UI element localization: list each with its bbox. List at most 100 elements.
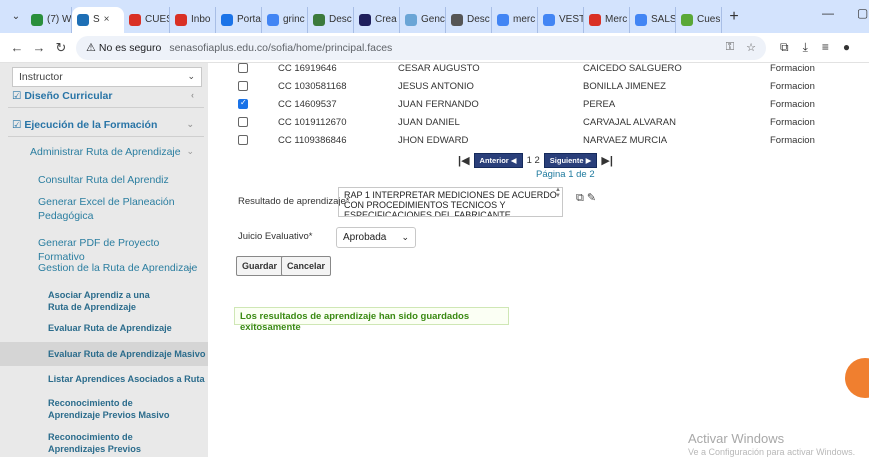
sidebar-item-administrar[interactable]: Administrar Ruta de Aprendizaje ⌄ [0, 146, 208, 158]
role-select[interactable]: Instructor ⌄ [12, 67, 202, 87]
download-icon[interactable]: ⤓ [803, 40, 808, 55]
save-button[interactable]: Guardar [236, 256, 284, 276]
restore-icon[interactable]: ▢ [857, 6, 868, 20]
back-icon[interactable]: ← [6, 40, 28, 55]
juicio-select[interactable]: Aprobada ⌄ [336, 227, 416, 248]
browser-tab[interactable]: VEST [538, 6, 584, 33]
tab-favicon-icon [405, 13, 417, 26]
address-bar[interactable]: ⚠ No es seguro senasofiaplus.edu.co/sofi… [76, 35, 766, 60]
browser-tab[interactable]: Merc [584, 6, 630, 33]
cell-apellidos: BONILLA JIMENEZ [583, 81, 666, 92]
row-checkbox[interactable] [238, 63, 248, 73]
sidebar-item-label: Ejecución de la Formación [24, 119, 158, 131]
cancel-button[interactable]: Cancelar [281, 256, 332, 276]
browser-tab[interactable]: Inbo [170, 6, 216, 33]
cell-apellidos: NARVAEZ MURCIA [583, 135, 668, 146]
sidebar-item-excel[interactable]: Generar Excel de Planeación Pedagógica [0, 195, 180, 223]
sidebar-item-evaluar[interactable]: Evaluar Ruta de Aprendizaje [0, 322, 208, 334]
previous-page-button[interactable]: Anterior ◀ [473, 153, 523, 168]
scroll-arrows-icon[interactable]: ▲ ▼ [555, 187, 561, 199]
cell-nombres: JHON EDWARD [398, 135, 469, 146]
warning-icon: ⚠ [86, 42, 96, 54]
tab-search-icon[interactable]: ⌄ [6, 7, 26, 27]
browser-tab[interactable]: Porta [216, 6, 262, 33]
url-text: senasofiaplus.edu.co/sofia/home/principa… [169, 41, 393, 54]
browser-tab[interactable]: CUES [124, 6, 170, 33]
cell-doc: CC 16919646 [278, 63, 337, 74]
close-tab-icon[interactable]: × [104, 14, 110, 25]
eraser-icon[interactable]: ✎ [587, 192, 596, 204]
sidebar-item-label: Generar PDF de Proyecto Formativo [38, 237, 160, 263]
password-key-icon[interactable]: ⚿ [726, 41, 734, 54]
browser-tab[interactable]: Cues [676, 6, 722, 33]
tab-favicon-icon [681, 13, 693, 26]
media-icon[interactable]: ≡ [822, 40, 829, 55]
sidebar-item-pdf[interactable]: Generar PDF de Proyecto Formativo [0, 236, 208, 264]
divider [8, 107, 204, 108]
browser-tab[interactable]: SALS [630, 6, 676, 33]
chevron-left-icon: ‹ [191, 90, 194, 100]
sidebar-item-reconocimiento[interactable]: Reconocimiento de Aprendizajes Previos [0, 431, 170, 455]
browser-tab[interactable]: Desc [446, 6, 492, 33]
open-window-icon[interactable]: ⧉ [576, 192, 584, 204]
navigation-bar: ← → ↻ ⚠ No es seguro senasofiaplus.edu.c… [0, 33, 869, 63]
tab-label: VEST [559, 14, 584, 25]
sidebar-item-listar[interactable]: Listar Aprendices Asociados a Ruta [0, 373, 208, 385]
new-tab-button[interactable]: + [722, 8, 746, 26]
browser-tab[interactable]: Desc [308, 6, 354, 33]
cell-doc: CC 1109386846 [278, 135, 347, 146]
cell-apellidos: PEREA [583, 99, 616, 110]
sidebar-item-label: Listar Aprendices Asociados a Ruta [48, 374, 205, 384]
next-page-button[interactable]: Siguiente ▶ [543, 153, 598, 168]
extensions-icon[interactable]: ⧉ [780, 40, 789, 55]
page-numbers[interactable]: 1 2 [527, 155, 540, 166]
browser-tab[interactable]: merc [492, 6, 538, 33]
tab-label: CUES [145, 14, 169, 25]
chevron-down-icon: ⌄ [186, 262, 194, 272]
sidebar-item-label: Reconocimiento de Aprendizaje Previos Ma… [48, 398, 170, 420]
browser-tab[interactable]: Genc [400, 6, 446, 33]
forward-icon[interactable]: → [28, 40, 50, 55]
security-indicator[interactable]: ⚠ No es seguro [86, 41, 161, 55]
tab-favicon-icon [359, 13, 371, 26]
last-page-button[interactable]: ▶| [601, 154, 613, 167]
browser-tab[interactable]: grinc [262, 6, 308, 33]
sidebar-item-consultar[interactable]: Consultar Ruta del Aprendiz [0, 173, 208, 187]
tab-label: merc [513, 14, 536, 25]
cell-nombres: JESUS ANTONIO [398, 81, 474, 92]
table-row: CC 14609537 JUAN FERNANDO PEREA Formacion [208, 96, 869, 114]
sidebar-item-asociar[interactable]: Asociar Aprendiz a una Ruta de Aprendiza… [0, 289, 170, 313]
row-checkbox[interactable] [238, 81, 248, 91]
sidebar-item-gestion[interactable]: Gestion de la Ruta de Aprendizaje ⌄ [0, 262, 208, 274]
sidebar-item-label: Evaluar Ruta de Aprendizaje [48, 323, 172, 333]
row-checkbox[interactable] [238, 98, 248, 109]
tab-favicon-icon [313, 13, 325, 26]
sidebar-item-diseno[interactable]: ☑ Diseño Curricular ‹ [0, 90, 208, 102]
browser-tab[interactable]: (7) W [26, 6, 72, 33]
profile-icon[interactable]: ● [843, 40, 850, 55]
sidebar-item-evaluar-masivo[interactable]: Evaluar Ruta de Aprendizaje Masivo [0, 342, 208, 366]
cell-estado: Formacion [770, 81, 815, 92]
minimize-icon[interactable]: — [822, 6, 834, 20]
cell-doc: CC 14609537 [278, 99, 337, 110]
tab-favicon-icon [129, 13, 141, 26]
table-row: CC 16919646 CESAR AUGUSTO CAICEDO SALGUERO… [208, 60, 869, 78]
tab-favicon-icon [497, 13, 509, 26]
first-page-button[interactable]: |◀ [458, 154, 470, 167]
reload-icon[interactable]: ↻ [50, 40, 72, 56]
sidebar-item-reconocimiento-masivo[interactable]: Reconocimiento de Aprendizaje Previos Ma… [0, 397, 170, 421]
bookmark-star-icon[interactable]: ☆ [746, 41, 756, 54]
row-checkbox[interactable] [238, 135, 248, 145]
browser-tab[interactable]: S × [72, 6, 124, 33]
sidebar-item-ejecucion[interactable]: ☑ Ejecución de la Formación ⌄ [0, 119, 208, 131]
tab-favicon-icon [451, 13, 463, 26]
resultado-textarea[interactable]: RAP 1 INTERPRETAR MEDICIONES DE ACUERDO … [338, 187, 563, 217]
windows-activation-title: Activar Windows [688, 431, 785, 446]
browser-tab[interactable]: Crea [354, 6, 400, 33]
tab-favicon-icon [221, 13, 233, 26]
page-indicator: Página 1 de 2 [536, 169, 595, 180]
tab-favicon-icon [635, 13, 647, 26]
row-checkbox[interactable] [238, 117, 248, 127]
tab-label: Cues [697, 14, 721, 25]
sidebar-item-label: Evaluar Ruta de Aprendizaje Masivo [48, 349, 206, 359]
